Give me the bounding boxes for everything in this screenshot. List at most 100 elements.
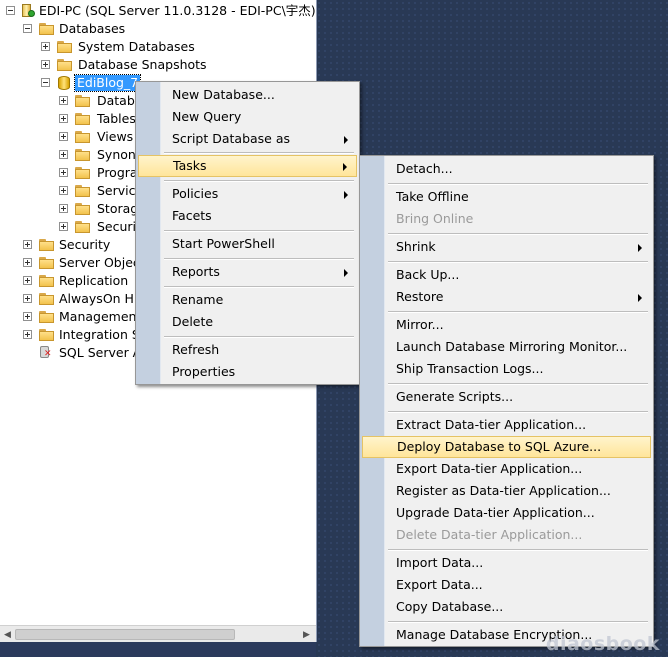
menu-item-export-data[interactable]: Export Data... bbox=[362, 574, 651, 596]
menu-item-label: Script Database as bbox=[172, 131, 291, 146]
menu-item-import-data[interactable]: Import Data... bbox=[362, 552, 651, 574]
menu-item-export-data-tier[interactable]: Export Data-tier Application... bbox=[362, 458, 651, 480]
menu-item-label: Launch Database Mirroring Monitor... bbox=[396, 339, 628, 354]
folder-icon bbox=[75, 167, 91, 179]
server-icon bbox=[21, 4, 35, 18]
tree-label: Storag bbox=[97, 201, 139, 216]
expand-icon[interactable] bbox=[23, 294, 32, 303]
menu-item-generate-scripts[interactable]: Generate Scripts... bbox=[362, 386, 651, 408]
expand-icon[interactable] bbox=[59, 114, 68, 123]
tasks-submenu: Detach... Take Offline Bring Online Shri… bbox=[359, 155, 654, 647]
menu-separator bbox=[388, 549, 648, 551]
tree-label: Server Objec bbox=[59, 255, 140, 270]
tree-label: Integration S bbox=[59, 327, 140, 342]
folder-icon bbox=[39, 239, 55, 251]
menu-item-label: Reports bbox=[172, 264, 220, 279]
expand-icon[interactable] bbox=[23, 330, 32, 339]
tree-label: Databases bbox=[59, 21, 126, 36]
expand-icon[interactable] bbox=[59, 204, 68, 213]
menu-item-detach[interactable]: Detach... bbox=[362, 158, 651, 180]
menu-item-properties[interactable]: Properties bbox=[138, 361, 357, 383]
collapse-icon[interactable] bbox=[41, 78, 50, 87]
horizontal-scrollbar[interactable]: ◀ ▶ bbox=[0, 625, 316, 642]
submenu-arrow-icon bbox=[344, 269, 348, 277]
folder-icon bbox=[75, 113, 91, 125]
menu-item-facets[interactable]: Facets bbox=[138, 205, 357, 227]
menu-item-label: Delete bbox=[172, 314, 214, 329]
scroll-thumb[interactable] bbox=[15, 629, 235, 640]
menu-item-back-up[interactable]: Back Up... bbox=[362, 264, 651, 286]
menu-separator bbox=[164, 286, 354, 288]
menu-item-restore[interactable]: Restore bbox=[362, 286, 651, 308]
menu-item-rename[interactable]: Rename bbox=[138, 289, 357, 311]
menu-item-label: Take Offline bbox=[396, 189, 469, 204]
expand-icon[interactable] bbox=[23, 312, 32, 321]
folder-icon bbox=[39, 257, 55, 269]
menu-separator bbox=[164, 152, 354, 154]
menu-item-deploy-sql-azure[interactable]: Deploy Database to SQL Azure... bbox=[362, 436, 651, 458]
menu-separator bbox=[388, 311, 648, 313]
menu-item-label: New Database... bbox=[172, 87, 275, 102]
menu-item-policies[interactable]: Policies bbox=[138, 183, 357, 205]
expand-icon[interactable] bbox=[59, 150, 68, 159]
expand-icon[interactable] bbox=[23, 258, 32, 267]
menu-item-label: Extract Data-tier Application... bbox=[396, 417, 587, 432]
menu-item-take-offline[interactable]: Take Offline bbox=[362, 186, 651, 208]
menu-item-register-data-tier[interactable]: Register as Data-tier Application... bbox=[362, 480, 651, 502]
menu-item-tasks[interactable]: Tasks bbox=[138, 155, 357, 177]
expand-icon[interactable] bbox=[41, 42, 50, 51]
expand-icon[interactable] bbox=[23, 240, 32, 249]
expand-icon[interactable] bbox=[59, 168, 68, 177]
menu-item-delete-data-tier[interactable]: Delete Data-tier Application... bbox=[362, 524, 651, 546]
tree-label: System Databases bbox=[78, 39, 195, 54]
tree-label: Views bbox=[97, 129, 134, 144]
tree-label: Database Snapshots bbox=[78, 57, 207, 72]
menu-item-delete[interactable]: Delete bbox=[138, 311, 357, 333]
menu-item-refresh[interactable]: Refresh bbox=[138, 339, 357, 361]
menu-item-label: Bring Online bbox=[396, 211, 474, 226]
menu-item-start-powershell[interactable]: Start PowerShell bbox=[138, 233, 357, 255]
menu-item-label: Upgrade Data-tier Application... bbox=[396, 505, 595, 520]
menu-item-extract-data-tier[interactable]: Extract Data-tier Application... bbox=[362, 414, 651, 436]
menu-item-label: Refresh bbox=[172, 342, 220, 357]
expand-icon[interactable] bbox=[59, 222, 68, 231]
menu-separator bbox=[164, 258, 354, 260]
folder-icon bbox=[39, 329, 55, 341]
expand-icon[interactable] bbox=[59, 186, 68, 195]
menu-item-mirror[interactable]: Mirror... bbox=[362, 314, 651, 336]
expand-icon[interactable] bbox=[41, 60, 50, 69]
menu-separator bbox=[388, 411, 648, 413]
menu-separator bbox=[388, 383, 648, 385]
menu-item-label: Delete Data-tier Application... bbox=[396, 527, 583, 542]
expand-icon[interactable] bbox=[23, 276, 32, 285]
menu-item-label: Register as Data-tier Application... bbox=[396, 483, 611, 498]
tree-label: Replication bbox=[59, 273, 129, 288]
scroll-right-icon[interactable]: ▶ bbox=[303, 630, 310, 640]
collapse-icon[interactable] bbox=[23, 24, 32, 33]
expand-icon[interactable] bbox=[59, 132, 68, 141]
menu-item-label: Back Up... bbox=[396, 267, 460, 282]
menu-item-upgrade-data-tier[interactable]: Upgrade Data-tier Application... bbox=[362, 502, 651, 524]
menu-item-label: Restore bbox=[396, 289, 444, 304]
menu-item-new-database[interactable]: New Database... bbox=[138, 84, 357, 106]
menu-item-bring-online[interactable]: Bring Online bbox=[362, 208, 651, 230]
menu-item-reports[interactable]: Reports bbox=[138, 261, 357, 283]
submenu-arrow-icon bbox=[343, 163, 347, 171]
tree-label: Datab bbox=[97, 93, 135, 108]
submenu-arrow-icon bbox=[638, 294, 642, 302]
scroll-left-icon[interactable]: ◀ bbox=[4, 630, 11, 640]
folder-icon bbox=[57, 41, 73, 53]
menu-item-launch-mirroring-monitor[interactable]: Launch Database Mirroring Monitor... bbox=[362, 336, 651, 358]
menu-item-label: Copy Database... bbox=[396, 599, 504, 614]
collapse-icon[interactable] bbox=[6, 6, 15, 15]
folder-icon bbox=[39, 23, 55, 35]
menu-item-new-query[interactable]: New Query bbox=[138, 106, 357, 128]
menu-item-label: Ship Transaction Logs... bbox=[396, 361, 544, 376]
menu-item-label: Shrink bbox=[396, 239, 436, 254]
menu-item-copy-database[interactable]: Copy Database... bbox=[362, 596, 651, 618]
tree-label: AlwaysOn Hig bbox=[59, 291, 146, 306]
menu-item-shrink[interactable]: Shrink bbox=[362, 236, 651, 258]
menu-item-script-database-as[interactable]: Script Database as bbox=[138, 128, 357, 150]
menu-item-ship-transaction-logs[interactable]: Ship Transaction Logs... bbox=[362, 358, 651, 380]
expand-icon[interactable] bbox=[59, 96, 68, 105]
